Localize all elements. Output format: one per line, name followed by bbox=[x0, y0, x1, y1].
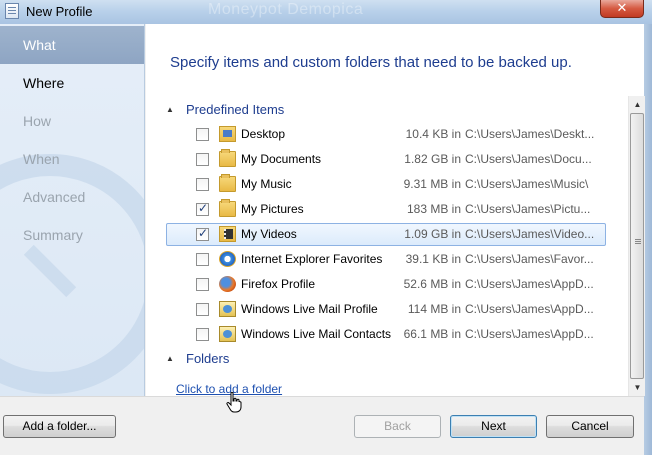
nav-item-summary: Summary bbox=[23, 227, 83, 243]
list-item-live-mail-profile[interactable]: Windows Live Mail Profile 114 MB in C:\U… bbox=[166, 298, 606, 321]
list-item-my-pictures[interactable]: ✓ My Pictures 183 MB in C:\Users\James\P… bbox=[166, 198, 606, 221]
item-path: C:\Users\James\Video... bbox=[465, 227, 595, 241]
checkbox-checked[interactable]: ✓ bbox=[196, 226, 209, 241]
item-name: Desktop bbox=[241, 127, 286, 141]
vertical-scrollbar[interactable]: ▲ ▼ bbox=[628, 96, 645, 396]
item-size: 66.1 MB in bbox=[403, 327, 461, 341]
videos-folder-icon bbox=[219, 226, 236, 242]
group-header-predefined[interactable]: ▲ Predefined Items bbox=[166, 100, 284, 120]
collapse-triangle-icon[interactable]: ▲ bbox=[166, 349, 186, 369]
hand-cursor-icon bbox=[226, 392, 242, 413]
list-item-ie-favorites[interactable]: Internet Explorer Favorites 39.1 KB in C… bbox=[166, 248, 606, 271]
checkmark-icon: ✓ bbox=[198, 226, 209, 240]
item-size: 9.31 MB in bbox=[403, 177, 461, 191]
item-name: My Music bbox=[241, 177, 292, 191]
item-size: 114 MB in bbox=[407, 302, 461, 316]
list-item-desktop[interactable]: Desktop 10.4 KB in C:\Users\James\Deskt.… bbox=[166, 123, 606, 146]
item-path: C:\Users\James\Favor... bbox=[465, 252, 594, 266]
list-item-my-documents[interactable]: My Documents 1.82 GB in C:\Users\James\D… bbox=[166, 148, 606, 171]
item-path: C:\Users\James\Deskt... bbox=[465, 127, 595, 141]
list-item-my-videos[interactable]: ✓ My Videos 1.09 GB in C:\Users\James\Vi… bbox=[166, 223, 606, 246]
list-item-firefox-profile[interactable]: Firefox Profile 52.6 MB in C:\Users\Jame… bbox=[166, 273, 606, 296]
item-size: 1.09 GB in bbox=[404, 227, 461, 241]
item-size: 10.4 KB in bbox=[405, 127, 461, 141]
firefox-icon bbox=[219, 276, 236, 292]
list-item-live-mail-contacts[interactable]: Windows Live Mail Contacts 66.1 MB in C:… bbox=[166, 323, 606, 346]
nav-item-where[interactable]: Where bbox=[0, 64, 144, 102]
item-size: 183 MB in bbox=[406, 202, 461, 216]
main-panel: Specify items and custom folders that ne… bbox=[146, 24, 645, 396]
item-size: 52.6 MB in bbox=[403, 277, 461, 291]
application-icon bbox=[5, 3, 19, 19]
music-folder-icon bbox=[219, 174, 236, 192]
window-title: New Profile bbox=[26, 4, 93, 19]
group-header-folders[interactable]: ▲ Folders bbox=[166, 349, 229, 369]
item-path: C:\Users\James\Pictu... bbox=[465, 202, 591, 216]
item-size: 39.1 KB in bbox=[405, 252, 461, 266]
windows-live-mail-icon bbox=[219, 326, 236, 342]
item-name: My Videos bbox=[241, 227, 297, 241]
checkmark-icon: ✓ bbox=[198, 201, 209, 215]
checkbox[interactable] bbox=[196, 153, 209, 166]
group-label: Folders bbox=[186, 351, 230, 366]
pictures-folder-icon bbox=[219, 199, 236, 217]
desktop-folder-icon bbox=[219, 126, 236, 142]
grip-icon bbox=[635, 239, 641, 240]
item-path: C:\Users\James\AppD... bbox=[465, 277, 594, 291]
windows-live-mail-icon bbox=[219, 301, 236, 317]
checkbox[interactable] bbox=[196, 178, 209, 191]
item-path: C:\Users\James\AppD... bbox=[465, 302, 594, 316]
cancel-button[interactable]: Cancel bbox=[546, 415, 634, 438]
background-window-title: Moneypot Demopica bbox=[208, 1, 364, 18]
close-button[interactable]: ✕ bbox=[600, 0, 644, 18]
scroll-down-arrow-icon[interactable]: ▼ bbox=[629, 379, 646, 396]
scrollbar-thumb[interactable] bbox=[630, 113, 644, 379]
next-button[interactable]: Next bbox=[450, 415, 537, 438]
checkbox[interactable] bbox=[196, 253, 209, 266]
internet-explorer-icon bbox=[219, 251, 236, 267]
checkbox[interactable] bbox=[196, 303, 209, 316]
collapse-triangle-icon[interactable]: ▲ bbox=[166, 100, 186, 120]
title-bar: New Profile Moneypot Demopica ✕ bbox=[0, 0, 652, 24]
nav-item-advanced: Advanced bbox=[23, 189, 86, 205]
checkbox[interactable] bbox=[196, 278, 209, 291]
checkbox[interactable] bbox=[196, 328, 209, 341]
item-name: Firefox Profile bbox=[241, 277, 316, 291]
page-heading: Specify items and custom folders that ne… bbox=[170, 54, 572, 71]
item-name: My Pictures bbox=[241, 202, 304, 216]
group-label: Predefined Items bbox=[186, 102, 285, 117]
nav-item-what[interactable]: What bbox=[0, 26, 144, 64]
button-bar: Add a folder... Back Next Cancel bbox=[0, 396, 644, 455]
item-path: C:\Users\James\Music\ bbox=[465, 177, 589, 191]
nav-item-when: When bbox=[23, 151, 60, 167]
item-name: My Documents bbox=[241, 152, 322, 166]
wizard-navigation: What Where How When Advanced Summary bbox=[0, 24, 145, 396]
back-button: Back bbox=[354, 415, 441, 438]
nav-item-how: How bbox=[23, 113, 52, 129]
item-size: 1.82 GB in bbox=[404, 152, 461, 166]
scroll-up-arrow-icon[interactable]: ▲ bbox=[629, 96, 646, 113]
checkbox[interactable] bbox=[196, 128, 209, 141]
documents-folder-icon bbox=[219, 149, 236, 167]
item-path: C:\Users\James\AppD... bbox=[465, 327, 594, 341]
checkbox-checked[interactable]: ✓ bbox=[196, 201, 209, 216]
backup-items-list: ▲ Predefined Items Desktop 10.4 KB in C:\… bbox=[166, 94, 632, 396]
list-item-my-music[interactable]: My Music 9.31 MB in C:\Users\James\Music… bbox=[166, 173, 606, 196]
item-path: C:\Users\James\Docu... bbox=[465, 152, 592, 166]
add-folder-button[interactable]: Add a folder... bbox=[3, 415, 116, 438]
